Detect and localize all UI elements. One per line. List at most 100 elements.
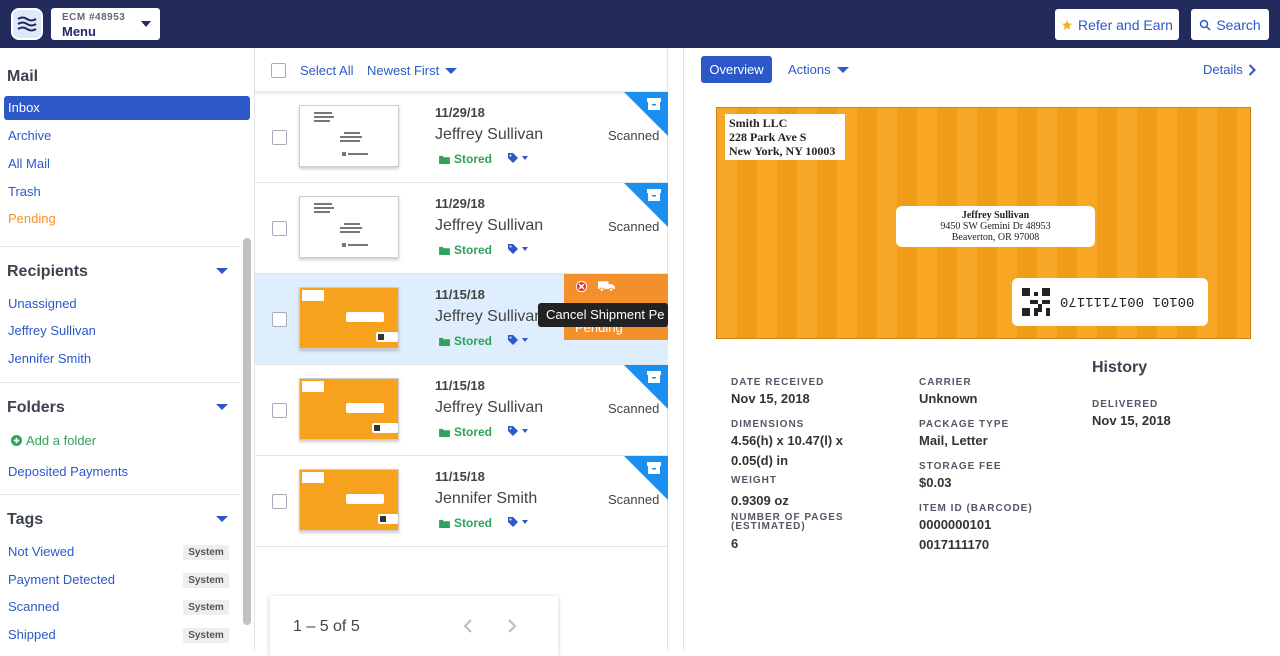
tag-scanned[interactable]: Scanned: [8, 599, 59, 614]
return-line-3: New York, NY 10003: [729, 144, 836, 158]
archive-box-icon[interactable]: [647, 98, 661, 110]
history-delivered-label: DELIVERED: [1092, 399, 1159, 410]
list-item[interactable]: 11/15/18 Jennifer Smith Stored Scanned: [255, 456, 668, 547]
sort-dropdown[interactable]: Newest First: [367, 63, 458, 78]
item-id-value-2: 0017111170: [919, 537, 990, 552]
weight-label: WEIGHT: [731, 475, 777, 486]
row-date: 11/15/18: [435, 287, 485, 302]
sidebar-item-all-mail[interactable]: All Mail: [8, 156, 50, 171]
tag-dropdown[interactable]: [507, 334, 528, 346]
to-line-2: 9450 SW Gemini Dr 48953: [940, 221, 1051, 232]
stored-status[interactable]: Stored: [439, 425, 492, 439]
tag-shipped[interactable]: Shipped: [8, 627, 56, 642]
recipient-jennifer-smith[interactable]: Jennifer Smith: [8, 351, 91, 366]
refer-label: Refer and Earn: [1078, 16, 1173, 33]
row-date: 11/15/18: [435, 378, 485, 393]
carrier-value: Unknown: [919, 391, 978, 406]
weight-value: 0.9309 oz: [731, 493, 789, 508]
tag-payment-detected[interactable]: Payment Detected: [8, 572, 115, 587]
row-checkbox[interactable]: [272, 221, 287, 236]
dimensions-value-1: 4.56(h) x 10.47(l) x: [731, 433, 843, 448]
row-checkbox[interactable]: [272, 312, 287, 327]
row-date: 11/29/18: [435, 105, 485, 120]
sidebar-item-archive[interactable]: Archive: [8, 128, 51, 143]
folder-icon: [439, 246, 450, 255]
archive-box-icon[interactable]: [647, 371, 661, 383]
envelope-thumbnail[interactable]: [299, 105, 399, 167]
list-item[interactable]: 11/29/18 Jeffrey Sullivan Stored Scanned: [255, 92, 668, 183]
stored-label: Stored: [454, 425, 493, 439]
envelope-thumbnail[interactable]: [299, 469, 399, 531]
search-button[interactable]: Search: [1191, 9, 1269, 40]
barcode-label: 00101 0017111170: [1012, 278, 1208, 326]
tag-dropdown[interactable]: [507, 425, 528, 437]
details-label: Details: [1203, 62, 1243, 77]
scanned-corner: [624, 365, 668, 409]
select-all-link[interactable]: Select All: [300, 63, 353, 78]
stored-status[interactable]: Stored: [439, 516, 492, 530]
tag-icon: [508, 335, 518, 345]
envelope-thumbnail[interactable]: [299, 196, 399, 258]
chevron-down-icon: [522, 520, 528, 524]
chevron-down-icon[interactable]: [216, 516, 228, 522]
package-type-value: Mail, Letter: [919, 433, 988, 448]
folder-deposited-payments[interactable]: Deposited Payments: [8, 464, 128, 479]
envelope-scan-image[interactable]: Smith LLC 228 Park Ave S New York, NY 10…: [716, 107, 1251, 339]
row-recipient: Jeffrey Sullivan: [435, 308, 544, 325]
dimensions-value-2: 0.05(d) in: [731, 453, 789, 468]
menu-label: Menu: [62, 24, 96, 39]
date-received-value: Nov 15, 2018: [731, 391, 810, 406]
recipient-unassigned[interactable]: Unassigned: [8, 296, 77, 311]
chevron-down-icon[interactable]: [216, 268, 228, 274]
archive-box-icon[interactable]: [647, 462, 661, 474]
stored-status[interactable]: Stored: [439, 152, 492, 166]
select-all-checkbox[interactable]: [271, 63, 286, 78]
envelope-thumbnail[interactable]: [299, 378, 399, 440]
truck-icon[interactable]: [598, 280, 615, 292]
tag-icon: [508, 426, 518, 436]
tab-overview[interactable]: Overview: [701, 56, 772, 83]
stored-label: Stored: [454, 152, 493, 166]
envelope-preview: [302, 381, 398, 433]
archive-box-icon[interactable]: [647, 189, 661, 201]
refer-and-earn-button[interactable]: Refer and Earn: [1055, 9, 1179, 40]
chevron-down-icon[interactable]: [216, 404, 228, 410]
app-logo[interactable]: [11, 8, 43, 40]
cancel-shipment-tooltip: Cancel Shipment Pe: [538, 303, 668, 327]
menu-dropdown[interactable]: ECM #48953 Menu: [51, 8, 160, 40]
add-folder-label: Add a folder: [26, 433, 97, 448]
details-link[interactable]: Details: [1203, 62, 1256, 77]
row-checkbox[interactable]: [272, 130, 287, 145]
tag-dropdown[interactable]: [507, 152, 528, 164]
folder-icon: [439, 155, 450, 164]
list-item[interactable]: 11/15/18 Jeffrey Sullivan Stored Scanned: [255, 365, 668, 456]
storage-fee-label: STORAGE FEE: [919, 461, 1002, 472]
tag-not-viewed[interactable]: Not Viewed: [8, 544, 74, 559]
recipient-jeffrey-sullivan[interactable]: Jeffrey Sullivan: [8, 323, 96, 338]
row-checkbox[interactable]: [272, 494, 287, 509]
chevron-right-icon[interactable]: [507, 618, 517, 634]
envelope-thumbnail[interactable]: [299, 287, 399, 349]
add-folder-button[interactable]: Add a folder: [11, 433, 96, 448]
actions-dropdown[interactable]: Actions: [788, 62, 849, 77]
sidebar-item-pending[interactable]: Pending: [8, 211, 56, 226]
stored-status[interactable]: Stored: [439, 334, 492, 348]
tag-dropdown[interactable]: [507, 516, 528, 528]
chevron-left-icon[interactable]: [463, 618, 473, 634]
mail-list: Select All Newest First 11/29/18 Jeffrey…: [255, 48, 668, 656]
sidebar-item-inbox[interactable]: Inbox: [4, 96, 250, 120]
close-circle-icon[interactable]: [575, 280, 588, 293]
list-toolbar: Select All Newest First: [255, 48, 668, 92]
list-item-selected[interactable]: 11/15/18 Jeffrey Sullivan Stored Pending…: [255, 274, 668, 365]
divider: [0, 382, 240, 383]
row-checkbox[interactable]: [272, 403, 287, 418]
chevron-down-icon: [141, 21, 151, 27]
stored-status[interactable]: Stored: [439, 243, 492, 257]
sidebar-scrollbar[interactable]: [243, 238, 251, 625]
chevron-down-icon: [522, 247, 528, 251]
sidebar-item-trash[interactable]: Trash: [8, 184, 41, 199]
plus-circle-icon: [11, 435, 22, 446]
list-item[interactable]: 11/29/18 Jeffrey Sullivan Stored Scanned: [255, 183, 668, 274]
chevron-down-icon: [836, 66, 849, 73]
tag-dropdown[interactable]: [507, 243, 528, 255]
